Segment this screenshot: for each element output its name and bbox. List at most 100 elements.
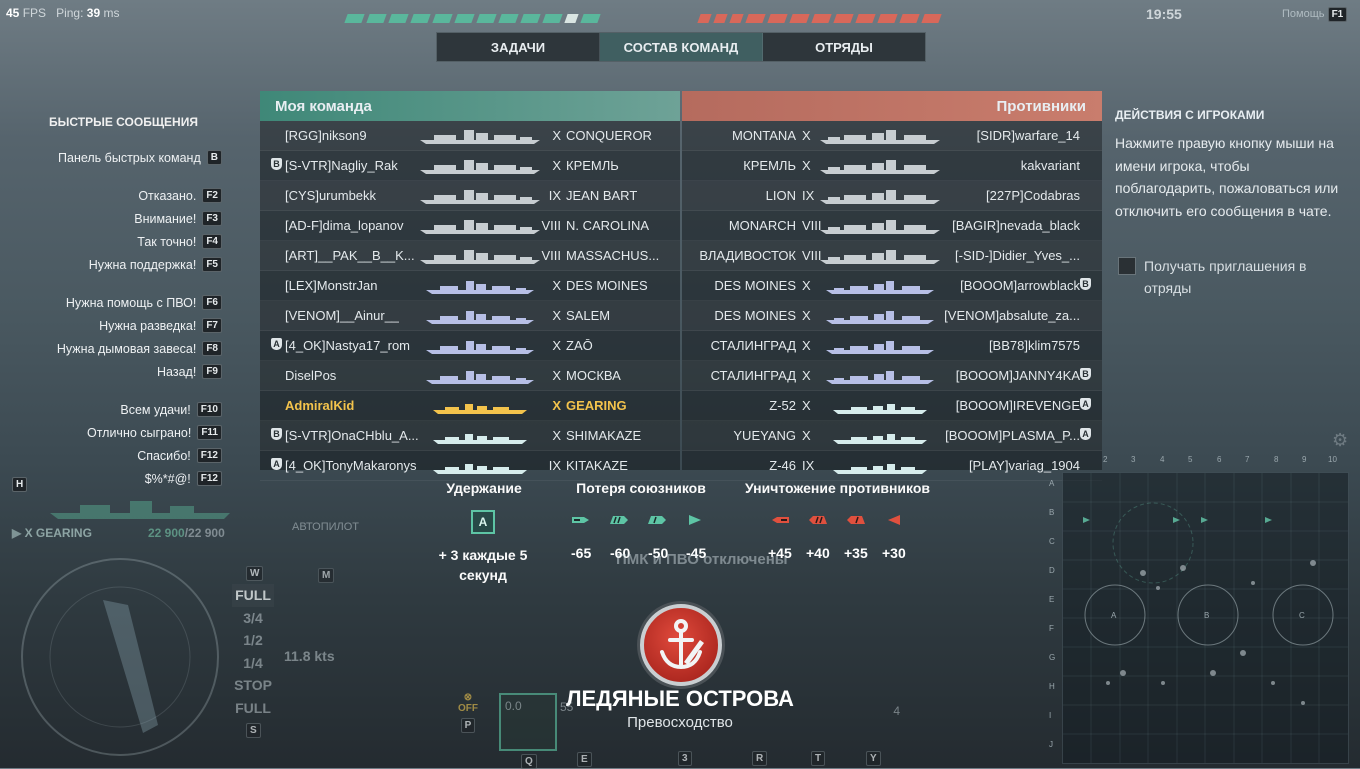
- minimap-col-label: 6: [1217, 455, 1222, 464]
- quick-message-item[interactable]: Отлично сыграно! F11: [87, 425, 222, 440]
- ship-silhouette-bb: [820, 250, 940, 264]
- consumable-slot-e[interactable]: 55 E: [560, 700, 604, 767]
- division-invites-checkbox[interactable]: Получать приглашения в отряды: [1118, 255, 1324, 299]
- quick-message-item[interactable]: Так точно! F4: [137, 234, 222, 249]
- checkbox-box[interactable]: [1118, 257, 1136, 275]
- autopilot-button[interactable]: M: [318, 565, 335, 583]
- consumable-slot-r[interactable]: R: [752, 748, 768, 766]
- throttle-step-active[interactable]: FULL: [232, 584, 274, 607]
- quick-message-item[interactable]: $%*#@! F12: [145, 471, 222, 486]
- my-team-row[interactable]: DiselPos X МОСКВА: [260, 361, 680, 391]
- ship-tier: X: [802, 398, 811, 413]
- throttle-up-button[interactable]: W: [246, 563, 264, 581]
- ship-tier: X: [802, 428, 811, 443]
- ally-ship-marker: [564, 14, 579, 23]
- tab-tasks[interactable]: ЗАДАЧИ: [437, 33, 600, 61]
- hotkey-badge: F7: [202, 318, 222, 333]
- consumable-slot-p[interactable]: ⊗ OFF P: [458, 692, 478, 733]
- enemy-ship-marker: [855, 14, 876, 23]
- quick-message-item[interactable]: Отказано. F2: [138, 188, 222, 203]
- ally-destroyer-icon: [689, 515, 701, 525]
- hotkey-badge: W: [246, 566, 264, 581]
- ally-carrier-icon: [572, 517, 589, 523]
- ribbon-gap: [604, 14, 694, 23]
- enemy-team-row[interactable]: MONARCH VIII [BAGIR]nevada_black: [682, 211, 1102, 241]
- hotkey-badge: F8: [202, 341, 222, 356]
- ship-tier: VIII: [802, 218, 822, 233]
- hold-title: Удержание: [446, 480, 522, 496]
- my-team-row[interactable]: [ART]__PAK__B__K... VIII MASSACHUS...: [260, 241, 680, 271]
- minimap-row-label: G: [1049, 653, 1056, 662]
- ship-tier: X: [552, 428, 561, 443]
- quick-message-item[interactable]: Нужна поддержка! F5: [89, 257, 222, 272]
- enemy-team-row[interactable]: СТАЛИНГРАД X [BB78]klim7575: [682, 331, 1102, 361]
- consumable-slot-y[interactable]: 4 Y: [866, 704, 900, 766]
- enemy-team-row[interactable]: YUEYANG X [BOOOM]PLASMA_P... A: [682, 421, 1102, 451]
- minimap-row-label: H: [1049, 682, 1055, 691]
- quick-message-item[interactable]: Назад! F9: [157, 364, 222, 379]
- enemy-team-row[interactable]: ВЛАДИВОСТОК VIII [-SID-]Didier_Yves_...: [682, 241, 1102, 271]
- ship-name: LION: [765, 188, 796, 203]
- enemy-team-row[interactable]: КРЕМЛЬ Xkakvariant: [682, 151, 1102, 181]
- enemy-team-row[interactable]: Z-46 IX [PLAY]variag_1904: [682, 451, 1102, 481]
- help-button[interactable]: Помощь F1: [1282, 7, 1348, 22]
- quick-message-label: $%*#@!: [144, 471, 191, 486]
- my-team-row[interactable]: [AD-F]dima_lopanov VIII N. CAROLINA: [260, 211, 680, 241]
- enemy-team-row[interactable]: MONTANA X [SIDR]warfare_14: [682, 121, 1102, 151]
- tab-divisions[interactable]: ОТРЯДЫ: [763, 33, 925, 61]
- quick-message-item[interactable]: Спасибо! F12: [137, 448, 222, 463]
- my-team-row[interactable]: A [4_OK]TonyMakaronys IX KITAKAZE: [260, 451, 680, 481]
- fps-counter: 45 FPS Ping: 39 ms: [6, 6, 119, 20]
- quick-message-item[interactable]: Всем удачи! F10: [120, 402, 222, 417]
- my-team-row[interactable]: AdmiralKid X GEARING: [260, 391, 680, 421]
- hotkey-badge: F4: [202, 234, 222, 249]
- throttle-step[interactable]: 3/4: [232, 607, 274, 630]
- enemy-team-row[interactable]: СТАЛИНГРАД X [BOOOM]JANNY4KA B: [682, 361, 1102, 391]
- hotkey-badge: T: [811, 751, 826, 766]
- quick-message-label: Отлично сыграно!: [86, 425, 192, 440]
- throttle-step[interactable]: 1/2: [232, 629, 274, 652]
- minimap-settings-gear-icon[interactable]: ⚙: [1332, 430, 1348, 451]
- my-team-row[interactable]: B [S-VTR]OnaCHblu_A... X SHIMAKAZE: [260, 421, 680, 451]
- minimap-col-label: 7: [1245, 455, 1250, 464]
- ally-ship-marker: [410, 14, 431, 23]
- ship-tier: X: [802, 308, 811, 323]
- ship-silhouette-dd: [433, 434, 527, 444]
- quick-message-item[interactable]: Панель быстрых команд B: [58, 150, 222, 165]
- minimap-col-label: 2: [1103, 455, 1108, 464]
- quick-message-label: Отказано.: [138, 188, 197, 203]
- throttle-step[interactable]: STOP: [232, 674, 274, 697]
- minimap-col-label: 5: [1188, 455, 1193, 464]
- enemy-ship-marker: [877, 14, 898, 23]
- enemy-team-row[interactable]: DES MOINES X [VENOM]absalute_za...: [682, 301, 1102, 331]
- hotkey-badge: 3: [678, 751, 692, 766]
- player-name: [BOOOM]JANNY4KA: [955, 368, 1080, 383]
- throttle-step[interactable]: 1/4: [232, 652, 274, 675]
- enemy-ship-marker: [729, 14, 744, 23]
- minimap[interactable]: 2 3 4 5 6 7 8 9 10 A B C D E F G H I J A…: [1049, 455, 1349, 764]
- my-team-row[interactable]: [VENOM]__Ainur__ X SALEM: [260, 301, 680, 331]
- enemy-team-row[interactable]: Z-52 X [BOOOM]IREVENGE A: [682, 391, 1102, 421]
- throttle-step[interactable]: FULL: [232, 697, 274, 720]
- hotkey-badge: H: [12, 477, 28, 492]
- enemy-team-row[interactable]: LION IX [227P]Codabras: [682, 181, 1102, 211]
- tab-team-roster[interactable]: СОСТАВ КОМАНД: [600, 33, 763, 61]
- consumable-slot-t[interactable]: T: [811, 748, 826, 766]
- quick-message-item[interactable]: Нужна разведка! F7: [99, 318, 222, 333]
- my-team-row[interactable]: [LEX]MonstrJan X DES MOINES: [260, 271, 680, 301]
- my-team-row[interactable]: B [S-VTR]Nagliy_Rak X КРЕМЛЬ: [260, 151, 680, 181]
- my-team-row[interactable]: [CYS]urumbekk IX JEAN BART: [260, 181, 680, 211]
- ship-name: MONARCH: [728, 218, 796, 233]
- ship-panel-toggle[interactable]: H: [12, 474, 28, 492]
- quick-message-item[interactable]: Нужна помощь с ПВО! F6: [66, 295, 222, 310]
- throttle-down-button[interactable]: S: [246, 720, 261, 738]
- my-team-row[interactable]: A [4_OK]Nastya17_rom X ZAŌ: [260, 331, 680, 361]
- quick-message-item[interactable]: Внимание! F3: [134, 211, 222, 226]
- my-team-row[interactable]: [RGG]nikson9 X CONQUEROR: [260, 121, 680, 151]
- ally-battleship-icon: [610, 516, 628, 524]
- ally-ship-marker: [432, 14, 453, 23]
- consumable-slot-q[interactable]: 0.0 Q: [499, 693, 557, 769]
- enemy-team-row[interactable]: DES MOINES X [BOOOM]arrowblack B: [682, 271, 1102, 301]
- consumable-slot-3[interactable]: 3: [678, 748, 692, 766]
- quick-message-item[interactable]: Нужна дымовая завеса! F8: [57, 341, 222, 356]
